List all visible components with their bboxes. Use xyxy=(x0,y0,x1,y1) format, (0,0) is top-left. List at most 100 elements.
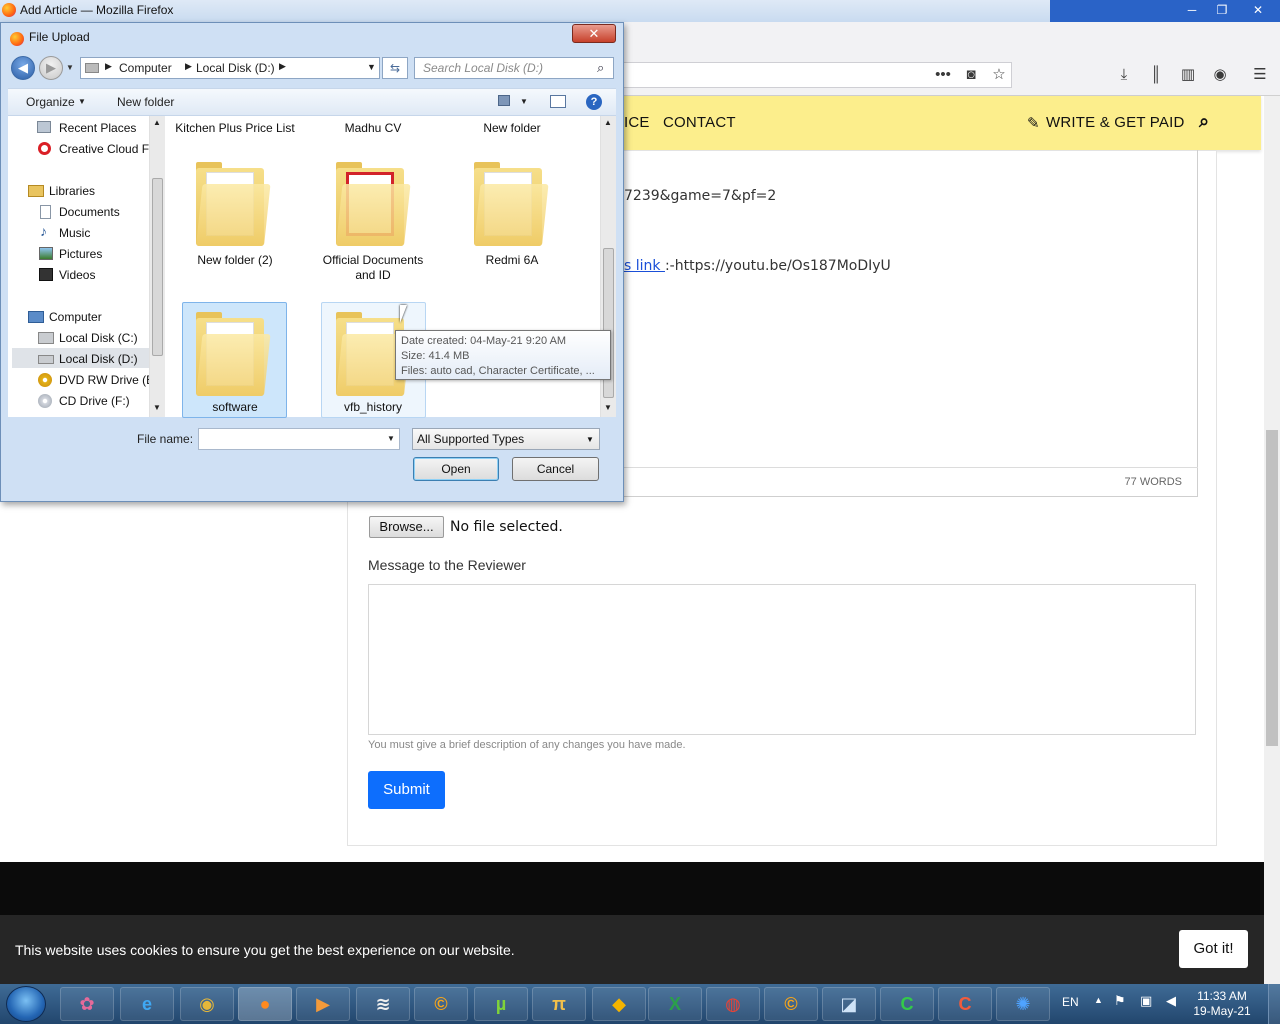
open-button[interactable]: Open xyxy=(413,457,499,481)
nav-pictures[interactable]: Pictures xyxy=(59,244,102,264)
scroll-up-icon[interactable]: ▲ xyxy=(604,118,612,127)
glass-app-icon[interactable]: ◪ xyxy=(822,987,876,1021)
nav-link-write[interactable]: WRITE & GET PAID xyxy=(1046,114,1185,131)
nav-libraries[interactable]: Libraries xyxy=(49,181,95,201)
nav-videos[interactable]: Videos xyxy=(59,265,95,285)
dialog-search-input[interactable]: Search Local Disk (D:) ⌕ xyxy=(414,57,614,79)
breadcrumb-disk[interactable]: Local Disk (D:) xyxy=(196,61,275,75)
media-player-icon[interactable]: ◉ xyxy=(180,987,234,1021)
nav-creative-cloud[interactable]: Creative Cloud Fi xyxy=(59,139,152,159)
downloads-icon[interactable]: ⤓ xyxy=(1114,66,1134,84)
start-button[interactable] xyxy=(6,986,46,1022)
view-chevron-icon[interactable]: ▼ xyxy=(520,97,528,106)
nav-computer[interactable]: Computer xyxy=(49,307,102,327)
internet-explorer-icon[interactable]: e xyxy=(120,987,174,1021)
refresh-icon[interactable]: ⇆ xyxy=(382,57,408,79)
folder-label-newfolder[interactable]: New folder xyxy=(452,121,572,136)
folder-label-official[interactable]: Official Documents and ID xyxy=(313,253,433,283)
firefox-taskbar-icon[interactable]: ● xyxy=(238,987,292,1021)
submit-button[interactable]: Submit xyxy=(368,771,445,809)
page-scroll-thumb[interactable] xyxy=(1266,430,1278,746)
breadcrumb-computer[interactable]: Computer xyxy=(119,61,172,75)
filetype-select[interactable]: All Supported Types ▼ xyxy=(412,428,600,450)
folder-label-redmi[interactable]: Redmi 6A xyxy=(452,253,572,268)
editor-link[interactable]: s link xyxy=(624,258,665,274)
pi-app-icon[interactable]: π xyxy=(532,987,586,1021)
nav-cd-drive[interactable]: CD Drive (F:) xyxy=(59,391,130,411)
folder-icon[interactable] xyxy=(474,158,549,248)
browse-button[interactable]: Browse... xyxy=(369,516,444,538)
folder-icon[interactable] xyxy=(196,308,271,398)
folder-label-vfb[interactable]: vfb_history xyxy=(313,400,433,415)
search-icon[interactable]: ⌕ xyxy=(1199,111,1209,132)
taskbar-app-icon[interactable]: ✿ xyxy=(60,987,114,1021)
language-indicator[interactable]: EN xyxy=(1062,995,1079,1009)
sync-app-icon[interactable]: ✺ xyxy=(996,987,1050,1021)
close-window-button[interactable]: ✕ xyxy=(1246,2,1270,18)
back-arrow-icon[interactable]: ◀ xyxy=(11,56,35,80)
network-icon[interactable]: ▣ xyxy=(1140,993,1152,1009)
view-options-icon[interactable] xyxy=(498,95,510,106)
preview-pane-icon[interactable] xyxy=(550,95,566,108)
volume-icon[interactable]: ◀ xyxy=(1166,993,1176,1009)
folder-label-newfolder2[interactable]: New folder (2) xyxy=(175,253,295,268)
filename-dropdown-icon[interactable]: ▼ xyxy=(387,434,395,443)
recent-pages-chevron-icon[interactable]: ▼ xyxy=(66,63,74,72)
new-folder-button[interactable]: New folder xyxy=(117,95,174,109)
cancel-button[interactable]: Cancel xyxy=(512,457,599,481)
nav-scrollbar[interactable]: ▲ ▼ xyxy=(149,116,165,417)
help-icon[interactable]: ? xyxy=(586,94,602,110)
filename-input[interactable]: ▼ xyxy=(198,428,400,450)
menu-icon[interactable]: ☰ xyxy=(1250,66,1270,84)
nav-link-contact[interactable]: CONTACT xyxy=(663,114,736,131)
tray-clock[interactable]: 11:33 AM 19-May-21 xyxy=(1192,989,1252,1019)
nav-recent-places[interactable]: Recent Places xyxy=(59,118,136,138)
tray-expand-icon[interactable]: ▲ xyxy=(1094,995,1103,1005)
forward-arrow-icon[interactable]: ▶ xyxy=(39,56,63,80)
nav-local-disk-d[interactable]: Local Disk (D:) xyxy=(59,349,138,369)
nav-local-disk-c[interactable]: Local Disk (C:) xyxy=(59,328,138,348)
folder-icon[interactable] xyxy=(336,308,411,398)
nav-dvd-drive[interactable]: DVD RW Drive (E: xyxy=(59,370,157,390)
nav-music[interactable]: Music xyxy=(59,223,90,243)
c-app-icon[interactable]: © xyxy=(764,987,818,1021)
scroll-up-icon[interactable]: ▲ xyxy=(153,118,161,127)
scroll-down-icon[interactable]: ▼ xyxy=(604,403,612,412)
folder-icon[interactable] xyxy=(196,158,271,248)
dialog-close-button[interactable]: ✕ xyxy=(572,24,616,43)
cookie-accept-button[interactable]: Got it! xyxy=(1179,930,1248,968)
tool-app-icon[interactable]: ≋ xyxy=(356,987,410,1021)
nav-link-service[interactable]: ICE xyxy=(624,114,650,131)
bookmark-star-icon[interactable]: ☆ xyxy=(989,66,1009,84)
dialog-address-bar[interactable]: ▶ Computer ▶ Local Disk (D:) ▶ ▼ xyxy=(80,57,380,79)
scroll-down-icon[interactable]: ▼ xyxy=(153,403,161,412)
shareit-icon[interactable]: ◆ xyxy=(592,987,646,1021)
video-app-icon[interactable]: ▶ xyxy=(296,987,350,1021)
address-dropdown-icon[interactable]: ▼ xyxy=(367,62,376,72)
folder-label-madhu[interactable]: Madhu CV xyxy=(313,121,433,136)
camtasia-red-icon[interactable]: C xyxy=(938,987,992,1021)
dialog-search-icon[interactable]: ⌕ xyxy=(597,60,604,76)
chrome-icon[interactable]: ◍ xyxy=(706,987,760,1021)
nav-documents[interactable]: Documents xyxy=(59,202,120,222)
action-center-icon[interactable]: ⚑ xyxy=(1114,993,1126,1009)
folder-label-kitchen[interactable]: Kitchen Plus Price List xyxy=(175,121,295,136)
folder-icon[interactable] xyxy=(336,158,411,248)
organize-button[interactable]: Organize xyxy=(26,95,75,109)
excel-icon[interactable]: X xyxy=(648,987,702,1021)
library-icon[interactable]: ║ xyxy=(1146,66,1166,84)
sidebar-icon[interactable]: ▥ xyxy=(1178,66,1198,84)
page-actions-icon[interactable]: ••• xyxy=(933,66,953,84)
camtasia-green-icon[interactable]: C xyxy=(880,987,934,1021)
folder-label-software[interactable]: software xyxy=(175,400,295,415)
c-app-icon[interactable]: © xyxy=(414,987,468,1021)
minimize-button[interactable]: ─ xyxy=(1180,2,1204,18)
url-bar[interactable] xyxy=(624,62,1012,88)
utorrent-icon[interactable]: µ xyxy=(474,987,528,1021)
reviewer-message-textarea[interactable] xyxy=(368,584,1196,735)
maximize-button[interactable]: ❐ xyxy=(1210,2,1234,18)
account-icon[interactable]: ◉ xyxy=(1210,66,1230,84)
show-desktop-button[interactable] xyxy=(1268,984,1280,1024)
nav-scroll-thumb[interactable] xyxy=(152,178,163,356)
pocket-icon[interactable]: ◙ xyxy=(961,66,981,84)
